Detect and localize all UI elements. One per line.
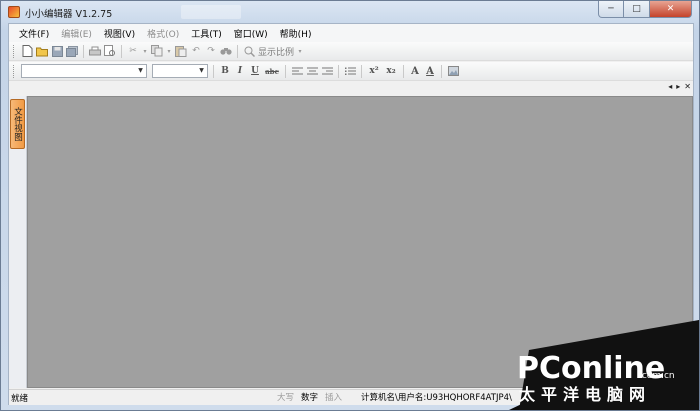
align-left-icon[interactable] [291, 65, 303, 77]
window-title: 小小编辑器 V1.2.75 [25, 9, 113, 20]
toolbar-separator [361, 64, 362, 78]
format-toolbar: ▼ ▼ B I U abc x² x₂ A A [9, 62, 693, 81]
toolbar-separator [237, 44, 238, 58]
toolbar-separator [83, 44, 84, 58]
menu-bar: 文件(F) 编辑(E) 视图(V) 格式(O) 工具(T) 窗口(W) 帮助(H… [9, 24, 693, 42]
status-caps: 大写 [277, 393, 295, 403]
menu-file[interactable]: 文件(F) [13, 27, 55, 40]
document-tab-nav: ◂ ▸ ✕ [668, 82, 691, 94]
watermark-domain: .com.cn [639, 371, 675, 381]
undo-icon[interactable]: ↶ [190, 45, 202, 57]
zoom-dropdown-arrow-icon[interactable]: ▾ [297, 45, 303, 57]
tab-next-icon[interactable]: ▸ [676, 82, 680, 94]
subscript-button[interactable]: x₂ [384, 66, 398, 76]
cut-icon[interactable]: ✂ [127, 45, 139, 57]
save-icon[interactable] [51, 45, 63, 57]
paste-icon[interactable] [175, 45, 187, 57]
close-button[interactable]: ✕ [650, 1, 692, 18]
maximize-button[interactable]: □ [624, 1, 650, 18]
save-all-icon[interactable] [66, 45, 78, 57]
toolbar-separator [441, 64, 442, 78]
file-view-tab[interactable]: 文件视图 [10, 99, 25, 149]
align-center-icon[interactable] [306, 65, 318, 77]
menu-edit[interactable]: 编辑(E) [55, 27, 98, 40]
title-bar[interactable]: 小小编辑器 V1.2.75 ─ □ ✕ [1, 1, 699, 23]
chevron-down-icon[interactable]: ▼ [136, 66, 145, 76]
toolbar-separator [338, 64, 339, 78]
bold-button[interactable]: B [219, 66, 231, 76]
zoom-label[interactable]: 显示比例 [258, 45, 294, 58]
chevron-down-icon[interactable]: ▼ [197, 66, 206, 76]
status-insert: 插入 [325, 393, 343, 403]
italic-button[interactable]: I [234, 66, 246, 76]
toolbar-separator [121, 44, 122, 58]
find-binoculars-icon[interactable] [220, 45, 232, 57]
toolbar-separator [403, 64, 404, 78]
open-folder-icon[interactable] [36, 45, 48, 57]
tab-prev-icon[interactable]: ◂ [668, 82, 672, 94]
toolbar-separator [213, 64, 214, 78]
standard-toolbar: ✂ ▾ ▾ ↶ ↷ 显示比例 ▾ [9, 42, 693, 61]
strikethrough-button[interactable]: abc [264, 67, 280, 76]
pconline-watermark: PConline .com.cn 太平洋电脑网 [509, 320, 699, 410]
menu-tools[interactable]: 工具(T) [185, 27, 228, 40]
status-num: 数字 [301, 393, 319, 403]
superscript-button[interactable]: x² [367, 66, 381, 76]
font-size-combo[interactable]: ▼ [152, 64, 208, 78]
menu-format[interactable]: 格式(O) [141, 27, 185, 40]
zoom-magnifier-icon[interactable] [243, 45, 255, 57]
toolbar-separator [285, 64, 286, 78]
minimize-button[interactable]: ─ [598, 1, 624, 18]
status-computer-user: 计算机名\用户名:U93HQHORF4ATJP4\ [361, 393, 512, 403]
new-file-icon[interactable] [21, 45, 33, 57]
insert-image-icon[interactable] [447, 65, 459, 77]
watermark-cn: 太平洋电脑网 [518, 385, 651, 404]
copy-icon[interactable] [151, 45, 163, 57]
toolbar-grip[interactable] [13, 44, 16, 58]
print-preview-icon[interactable] [104, 45, 116, 57]
tab-close-icon[interactable]: ✕ [684, 82, 691, 94]
bullet-list-icon[interactable] [344, 65, 356, 77]
dropdown-arrow-icon[interactable]: ▾ [142, 45, 148, 57]
underline-button[interactable]: U [249, 66, 261, 76]
font-color-button[interactable]: A [409, 66, 421, 77]
align-right-icon[interactable] [321, 65, 333, 77]
redo-icon[interactable]: ↷ [205, 45, 217, 57]
menu-help[interactable]: 帮助(H) [274, 27, 318, 40]
status-ready: 就绪 [11, 393, 29, 404]
print-icon[interactable] [89, 45, 101, 57]
taskbar-preview-ghost [181, 5, 241, 19]
app-icon[interactable] [8, 6, 20, 18]
font-name-combo[interactable]: ▼ [21, 64, 147, 78]
highlight-color-button[interactable]: A [424, 66, 436, 77]
app-window: 小小编辑器 V1.2.75 ─ □ ✕ 文件(F) 编辑(E) 视图(V) 格式… [0, 0, 700, 411]
dropdown-arrow-icon[interactable]: ▾ [166, 45, 172, 57]
menu-view[interactable]: 视图(V) [98, 27, 141, 40]
toolbar-grip[interactable] [13, 64, 16, 78]
side-panel-strip: 文件视图 [9, 96, 27, 388]
menu-window[interactable]: 窗口(W) [228, 27, 274, 40]
